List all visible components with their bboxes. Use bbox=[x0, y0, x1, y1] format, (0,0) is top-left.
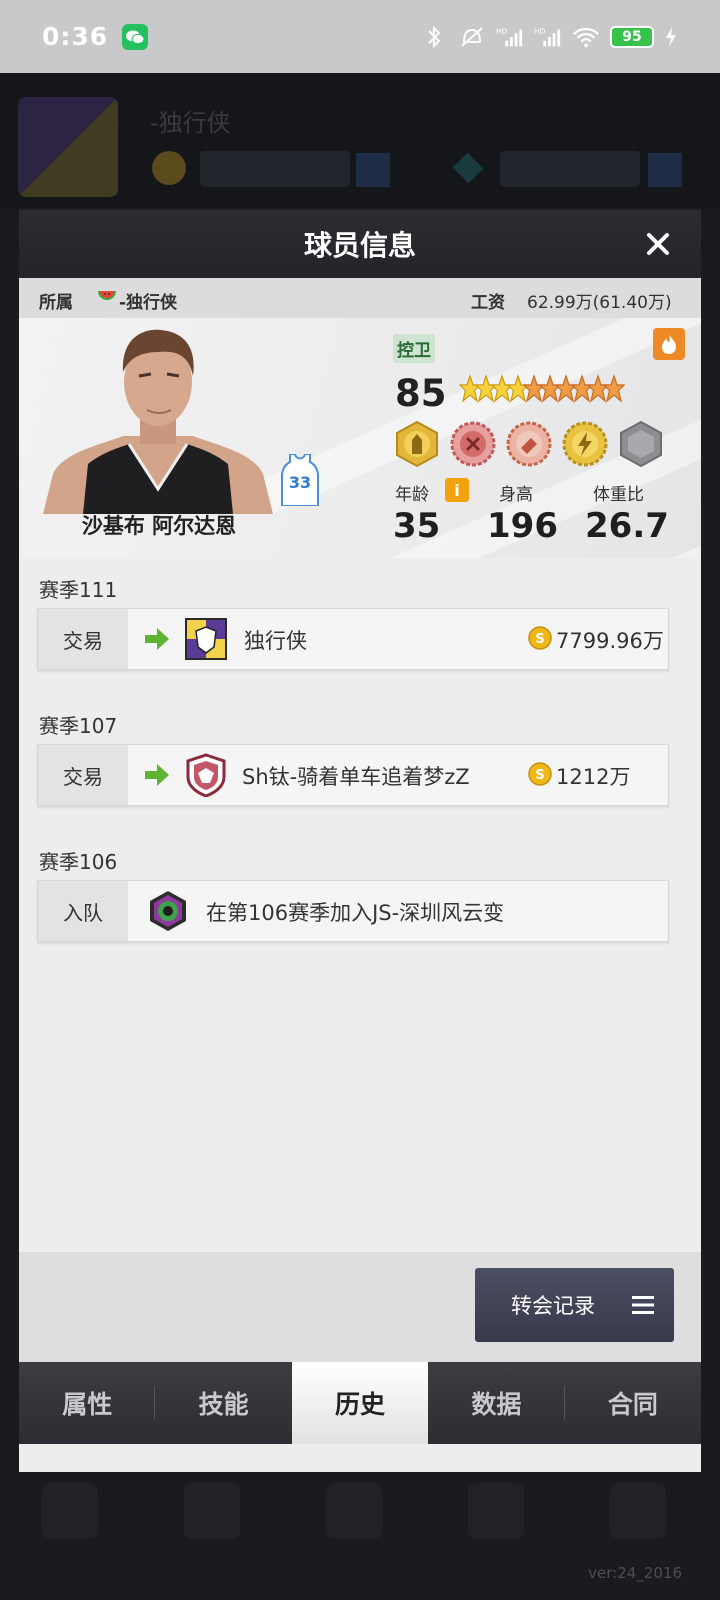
arrow-right-icon bbox=[145, 628, 169, 650]
nav-icon bbox=[468, 1483, 524, 1539]
signal-hd-icon: HD bbox=[496, 25, 524, 49]
history-type: 交易 bbox=[38, 745, 128, 805]
weight-ratio-label: 体重比 bbox=[593, 485, 644, 505]
overall-rating: 85 bbox=[395, 372, 447, 415]
tab-bar: 属性 技能 历史 数据 合同 bbox=[19, 1362, 701, 1444]
star-orange-icon bbox=[603, 374, 625, 403]
fire-icon[interactable] bbox=[653, 328, 685, 360]
speed-badge-icon[interactable] bbox=[561, 420, 609, 468]
coin-icon: S bbox=[528, 762, 552, 786]
season-label: 赛季106 bbox=[39, 850, 118, 874]
tab-skills[interactable]: 技能 bbox=[155, 1362, 291, 1444]
background-team-name: -独行侠 bbox=[150, 109, 231, 137]
locked-badge-icon[interactable] bbox=[617, 420, 665, 468]
jersey-number-icon: 33 bbox=[281, 454, 319, 506]
version-label: ver:24_2016 bbox=[588, 1564, 682, 1582]
position-tag: 控卫 bbox=[393, 334, 435, 363]
wechat-icon bbox=[122, 23, 149, 50]
star-rating bbox=[459, 374, 625, 404]
player-name: 沙基布 阿尔达恩 bbox=[81, 514, 237, 538]
wifi-icon bbox=[572, 25, 600, 49]
close-icon bbox=[647, 233, 669, 255]
tab-stats[interactable]: 数据 bbox=[428, 1362, 565, 1444]
signal-hd-icon: HD bbox=[534, 25, 562, 49]
salary-value: 62.99万(61.40万) bbox=[527, 293, 672, 313]
status-bar: 0:36 HD HD 95 bbox=[0, 0, 720, 73]
height-label: 身高 bbox=[499, 485, 533, 505]
nav-icon bbox=[184, 1483, 240, 1539]
team-join-text: 在第106赛季加入JS-深圳风云变 bbox=[206, 901, 505, 925]
history-row[interactable]: 交易 独行侠 S 7799.96万 bbox=[37, 608, 669, 670]
gem-balance-field bbox=[500, 151, 640, 187]
battery-icon: 95 bbox=[610, 25, 654, 48]
mute-icon bbox=[458, 25, 486, 49]
scoring-badge-icon[interactable] bbox=[393, 420, 441, 468]
nav-icon bbox=[42, 1483, 98, 1539]
season-label: 赛季111 bbox=[39, 578, 118, 602]
bluetooth-icon bbox=[420, 25, 448, 49]
age-label: 年龄 bbox=[395, 485, 429, 505]
nav-icon bbox=[326, 1483, 382, 1539]
team-shield-logo bbox=[186, 753, 226, 797]
player-portrait bbox=[43, 329, 273, 514]
skill-badges bbox=[393, 420, 665, 468]
coin-icon: S bbox=[528, 626, 552, 650]
svg-text:S: S bbox=[535, 632, 544, 647]
player-card: 33 沙基布 阿尔达恩 控卫 85 年龄 i 35 身高 196 体重比 26.… bbox=[19, 318, 701, 558]
weight-ratio-value: 26.7 bbox=[585, 506, 669, 546]
tab-contract[interactable]: 合同 bbox=[565, 1362, 701, 1444]
coin-balance-field bbox=[200, 151, 350, 187]
transfer-fee: 7799.96万 bbox=[556, 629, 664, 653]
modal-title: 球员信息 bbox=[303, 229, 416, 262]
svg-text:33: 33 bbox=[289, 473, 311, 492]
watermelon-icon bbox=[98, 291, 116, 300]
team-logo bbox=[18, 97, 118, 197]
passing-badge-icon[interactable] bbox=[505, 420, 553, 468]
team-name: 独行侠 bbox=[244, 629, 307, 653]
affiliation-bar: 所属 -独行侠 工资 62.99万(61.40万) bbox=[19, 278, 701, 318]
info-icon[interactable]: i bbox=[445, 478, 469, 502]
menu-icon bbox=[632, 1296, 654, 1314]
history-row[interactable]: 入队 在第106赛季加入JS-深圳风云变 bbox=[37, 880, 669, 942]
modal-title-bar: 球员信息 bbox=[19, 210, 701, 278]
history-row[interactable]: 交易 Sh钛-骑着单车追着梦zZ S 1212万 bbox=[37, 744, 669, 806]
history-type: 交易 bbox=[38, 609, 128, 669]
transfer-records-button[interactable]: 转会记录 bbox=[475, 1268, 674, 1342]
affiliation-team: -独行侠 bbox=[119, 293, 178, 313]
gem-icon bbox=[452, 152, 484, 184]
team-name: Sh钛-骑着单车追着梦zZ bbox=[242, 765, 470, 789]
height-value: 196 bbox=[487, 506, 558, 546]
player-info-modal: 球员信息 所属 -独行侠 工资 62.99万(61.40万) 33 沙基布 阿尔… bbox=[19, 210, 701, 1472]
coin-icon bbox=[152, 151, 186, 185]
transfer-records-label: 转会记录 bbox=[511, 1294, 595, 1318]
close-button[interactable] bbox=[641, 227, 675, 261]
history-type: 入队 bbox=[38, 881, 128, 941]
season-label: 赛季107 bbox=[39, 714, 118, 738]
age-value: 35 bbox=[393, 506, 441, 546]
clock: 0:36 bbox=[42, 22, 109, 51]
svg-text:HD: HD bbox=[496, 26, 508, 35]
tab-attributes[interactable]: 属性 bbox=[19, 1362, 156, 1444]
tab-history[interactable]: 历史 bbox=[291, 1362, 429, 1444]
nav-icon bbox=[610, 1483, 666, 1539]
background-header: -独行侠 bbox=[0, 73, 720, 208]
add-gem-button bbox=[648, 153, 682, 187]
add-coin-button bbox=[356, 153, 390, 187]
charging-icon bbox=[664, 25, 678, 49]
transfer-fee: 1212万 bbox=[556, 765, 631, 789]
svg-text:HD: HD bbox=[534, 26, 546, 35]
svg-text:S: S bbox=[535, 768, 544, 783]
salary-label: 工资 bbox=[471, 293, 505, 313]
team-mavericks-logo bbox=[185, 618, 227, 660]
affiliation-label: 所属 bbox=[39, 293, 73, 313]
team-hex-logo bbox=[150, 891, 186, 931]
arrow-right-icon bbox=[145, 764, 169, 786]
defense-badge-icon[interactable] bbox=[449, 420, 497, 468]
